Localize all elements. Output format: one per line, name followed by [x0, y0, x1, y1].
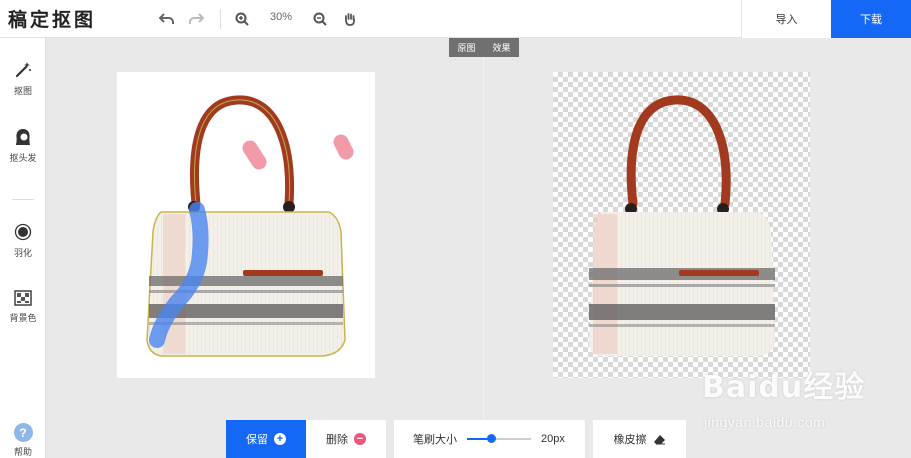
zoom-out-icon[interactable] — [310, 9, 330, 29]
help-label: 帮助 — [13, 447, 32, 457]
import-button[interactable]: 导入 — [741, 0, 831, 38]
remove-label: 删除 — [326, 434, 348, 446]
eraser-label: 橡皮擦 — [613, 434, 647, 446]
sidebar-item-label: 抠图 — [13, 86, 32, 96]
sidebar-item-label: 抠头发 — [9, 153, 37, 163]
help-button[interactable]: ? 帮助 — [10, 423, 36, 458]
hand-icon[interactable] — [340, 9, 360, 29]
brush-size-value: 20px — [541, 433, 565, 445]
handbag-cutout-image — [589, 95, 775, 356]
eraser-button[interactable]: 橡皮擦 — [593, 420, 686, 458]
sidebar-item-label: 背景色 — [9, 313, 37, 323]
watermark-url: jingyan.baidu.com — [704, 414, 826, 430]
sidebar-item-label: 羽化 — [13, 248, 32, 258]
top-bar: 稿定抠图 30% 导入 下载 — [0, 0, 911, 38]
question-icon: ? — [13, 423, 33, 442]
feather-circle-icon — [14, 223, 32, 241]
magic-wand-icon — [15, 62, 31, 78]
keep-label: 保留 — [246, 434, 268, 446]
original-image-panel[interactable] — [117, 72, 375, 378]
baidu-watermark: Baidu经验 jingyan.baidu.com — [702, 362, 902, 440]
undo-icon[interactable] — [157, 9, 177, 29]
hair-head-icon — [16, 129, 30, 145]
sidebar-item-background[interactable]: 背景色 — [0, 290, 46, 324]
app-logo: 稿定抠图 — [8, 9, 97, 31]
tab-original[interactable]: 原图 — [449, 38, 484, 57]
minus-circle-icon: − — [354, 433, 366, 445]
view-tabs: 原图 效果 — [449, 38, 519, 57]
brush-size-control: 笔刷大小 20px — [394, 420, 585, 458]
tab-effect[interactable]: 效果 — [484, 38, 519, 57]
sidebar-separator — [12, 199, 34, 200]
sidebar-item-feather[interactable]: 羽化 — [0, 223, 46, 259]
zoom-level: 30% — [270, 11, 293, 23]
keep-brush-button[interactable]: 保留 + — [226, 420, 306, 458]
effect-image-panel[interactable] — [553, 72, 810, 378]
slider-thumb[interactable] — [486, 434, 496, 443]
plus-circle-icon: + — [274, 433, 286, 445]
download-button[interactable]: 下载 — [831, 0, 911, 38]
brush-size-label: 笔刷大小 — [413, 434, 457, 446]
sidebar: 抠图 抠头发 羽化 背景色 — [0, 38, 46, 458]
brush-size-slider[interactable] — [467, 433, 531, 445]
remove-brush-button[interactable]: 删除 − — [306, 420, 386, 458]
eraser-icon — [653, 434, 665, 444]
redo-icon[interactable] — [186, 9, 206, 29]
handbag-original-image — [146, 95, 354, 357]
sidebar-item-cutout[interactable]: 抠图 — [0, 61, 46, 97]
view-divider — [483, 50, 484, 420]
zoom-in-icon[interactable] — [232, 9, 252, 29]
toolbar-separator — [220, 9, 221, 29]
background-grid-icon — [14, 290, 32, 306]
sidebar-item-hair[interactable]: 抠头发 — [0, 128, 46, 164]
watermark-text: Baidu经验 — [702, 370, 866, 405]
